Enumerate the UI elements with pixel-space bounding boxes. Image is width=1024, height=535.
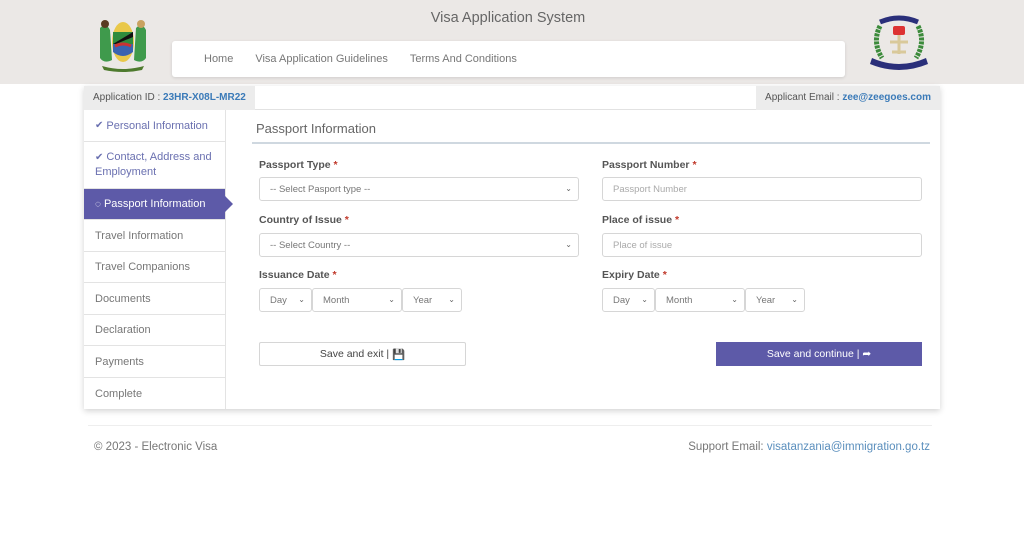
applicant-email: Applicant Email : zee@zeegoes.com — [756, 86, 940, 110]
sidebar-item-label: Declaration — [95, 324, 151, 336]
sidebar-item-label-wrap: ✔ Contact, Address and Employment — [95, 150, 215, 180]
steps-sidebar: ✔ Personal Information ✔ Contact, Address… — [84, 110, 233, 409]
expiry-date-label: Expiry Date * — [602, 269, 667, 281]
sidebar-item-label: Payments — [95, 355, 144, 368]
application-id: Application ID : 23HR-X08L-MR22 — [84, 86, 255, 110]
floppy-disk-icon: 💾 — [392, 348, 406, 361]
select-value: Day — [270, 294, 287, 306]
footer-divider — [88, 425, 932, 426]
label-text: Place of issue — [602, 214, 673, 226]
save-and-exit-button[interactable]: Save and exit | 💾 — [259, 342, 466, 366]
passport-type-label: Passport Type * — [259, 159, 338, 171]
spinner-icon: ◌ — [95, 198, 101, 210]
sidebar-item-personal-information[interactable]: ✔ Personal Information — [84, 110, 225, 142]
select-value: Month — [666, 294, 693, 306]
footer-copyright: © 2023 - Electronic Visa — [94, 441, 218, 453]
select-value: Year — [756, 294, 776, 306]
sidebar-item-payments[interactable]: Payments — [84, 346, 225, 378]
immigration-tanzania-emblem-icon — [870, 15, 928, 70]
chevron-down-icon: ⌄ — [731, 295, 738, 304]
label-text: Passport Type — [259, 159, 331, 171]
sidebar-item-label: Travel Information — [95, 229, 184, 242]
share-arrow-icon: ➦ — [862, 348, 872, 360]
passport-number-input[interactable]: Passport Number — [602, 177, 922, 201]
application-id-value: 23HR-X08L-MR22 — [163, 92, 246, 103]
country-of-issue-select[interactable]: -- Select Country -- ⌄ — [259, 233, 579, 257]
button-label: Save and continue | — [766, 348, 860, 360]
select-value: Day — [613, 294, 630, 306]
required-mark: * — [692, 159, 697, 171]
application-id-label: Application ID : — [93, 92, 164, 103]
sidebar-item-travel-information[interactable]: Travel Information — [84, 220, 225, 252]
select-value: -- Select Pasport type -- — [270, 183, 371, 195]
issuance-month-select[interactable]: Month ⌄ — [312, 288, 402, 312]
sidebar-item-label: Travel Companions — [95, 261, 190, 273]
footer-support: Support Email: visatanzania@immigration.… — [688, 441, 930, 453]
place-of-issue-label: Place of issue * — [602, 214, 679, 226]
sidebar-item-declaration[interactable]: Declaration — [84, 315, 225, 346]
check-icon: ✔ — [95, 120, 104, 131]
required-mark: * — [662, 269, 667, 281]
required-mark: * — [344, 214, 349, 226]
chevron-down-icon: ⌄ — [448, 295, 455, 304]
sidebar-item-label: Documents — [95, 292, 151, 305]
check-icon: ✔ — [95, 152, 104, 163]
expiry-month-select[interactable]: Month ⌄ — [655, 288, 745, 312]
support-email-label: Support Email: — [688, 441, 767, 453]
chevron-down-icon: ⌄ — [641, 295, 648, 304]
sidebar-item-complete[interactable]: Complete — [84, 378, 225, 409]
sidebar-item-contact-address-employment[interactable]: ✔ Contact, Address and Employment — [84, 142, 225, 189]
button-label: Save and exit | — [319, 348, 390, 360]
sidebar-item-label: Personal Information — [106, 119, 208, 132]
expiry-year-select[interactable]: Year ⌄ — [745, 288, 805, 312]
save-and-continue-button[interactable]: Save and continue | ➦ — [716, 342, 922, 366]
nav-terms-conditions[interactable]: Terms And Conditions — [410, 53, 517, 65]
place-of-issue-input[interactable]: Place of issue — [602, 233, 922, 257]
applicant-email-value: zee@zeegoes.com — [842, 92, 931, 103]
sidebar-item-travel-companions[interactable]: Travel Companions — [84, 252, 225, 283]
expiry-day-select[interactable]: Day ⌄ — [602, 288, 655, 312]
issuance-day-select[interactable]: Day ⌄ — [259, 288, 312, 312]
issuance-date-label: Issuance Date * — [259, 269, 337, 281]
issuance-year-select[interactable]: Year ⌄ — [402, 288, 462, 312]
select-value: Year — [413, 294, 433, 306]
sidebar-item-label: Contact, Address and Employment — [95, 151, 212, 178]
label-text: Passport Number — [602, 159, 690, 171]
card-header: Application ID : 23HR-X08L-MR22 Applican… — [84, 86, 940, 110]
sidebar-item-passport-information[interactable]: ◌ Passport Information — [84, 189, 233, 220]
label-text: Issuance Date — [259, 269, 330, 281]
sidebar-item-documents[interactable]: Documents — [84, 283, 225, 315]
required-mark: * — [333, 159, 338, 171]
support-email-link[interactable]: visatanzania@immigration.go.tz — [767, 441, 930, 453]
label-text: Expiry Date — [602, 269, 660, 281]
application-card: Application ID : 23HR-X08L-MR22 Applican… — [84, 86, 940, 409]
input-placeholder: Passport Number — [613, 183, 687, 195]
main-nav: Home Visa Application Guidelines Terms A… — [172, 41, 845, 77]
select-value: Month — [323, 294, 350, 306]
label-text: Country of Issue — [259, 214, 342, 226]
required-mark: * — [674, 214, 680, 226]
select-value: -- Select Country -- — [270, 239, 351, 251]
section-title: Passport Information — [252, 121, 930, 144]
applicant-email-label: Applicant Email : — [765, 92, 843, 103]
nav-home[interactable]: Home — [204, 53, 233, 65]
country-of-issue-label: Country of Issue * — [259, 214, 349, 226]
chevron-down-icon: ⌄ — [565, 184, 572, 193]
form-area: Passport Information Passport Type * -- … — [252, 110, 930, 366]
required-mark: * — [332, 269, 337, 281]
sidebar-item-label: Complete — [95, 387, 143, 400]
passport-type-select[interactable]: -- Select Pasport type -- ⌄ — [259, 177, 579, 201]
chevron-down-icon: ⌄ — [565, 240, 572, 249]
chevron-down-icon: ⌄ — [298, 295, 305, 304]
input-placeholder: Place of issue — [613, 239, 673, 251]
chevron-down-icon: ⌄ — [791, 295, 798, 304]
sidebar-item-label: Passport Information — [103, 198, 206, 210]
nav-visa-guidelines[interactable]: Visa Application Guidelines — [255, 53, 388, 65]
chevron-down-icon: ⌄ — [388, 295, 395, 304]
passport-number-label: Passport Number * — [602, 159, 697, 171]
site-title: Visa Application System — [430, 10, 586, 26]
